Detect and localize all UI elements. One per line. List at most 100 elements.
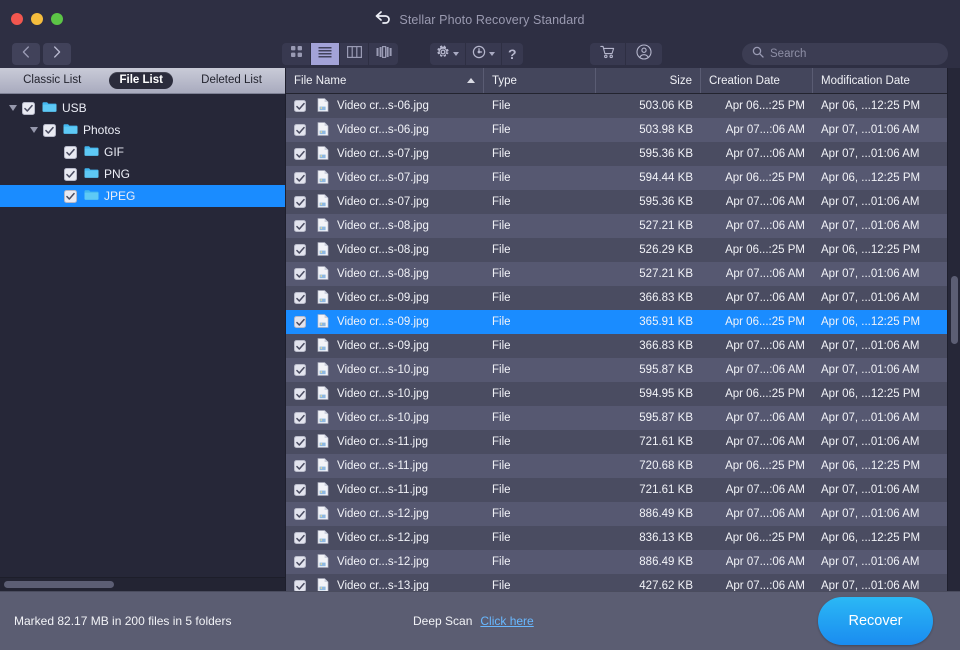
row-checkbox[interactable] — [294, 292, 306, 304]
table-row[interactable]: Video cr...s-11.jpgFile721.61 KBApr 07..… — [286, 478, 960, 502]
tree-item-gif[interactable]: GIF — [0, 141, 285, 163]
tree-item-usb[interactable]: USB — [0, 97, 285, 119]
nav-back-button[interactable] — [12, 43, 40, 65]
row-checkbox[interactable] — [294, 532, 306, 544]
tab-file-list[interactable]: File List — [109, 72, 172, 90]
row-checkbox[interactable] — [294, 220, 306, 232]
minimize-window-button[interactable] — [31, 13, 43, 25]
row-checkbox[interactable] — [294, 388, 306, 400]
view-mode-list-view[interactable] — [311, 43, 340, 65]
file-icon — [317, 170, 329, 187]
deep-scan-link[interactable]: Click here — [480, 614, 533, 628]
row-checkbox[interactable] — [294, 148, 306, 160]
nav-forward-button[interactable] — [43, 43, 71, 65]
table-row[interactable]: Video cr...s-08.jpgFile527.21 KBApr 07..… — [286, 262, 960, 286]
tree-item-checkbox[interactable] — [64, 146, 77, 159]
file-icon — [317, 458, 329, 475]
row-checkbox[interactable] — [294, 244, 306, 256]
table-row[interactable]: Video cr...s-12.jpgFile836.13 KBApr 06..… — [286, 526, 960, 550]
file-list-scrollbar-thumb[interactable] — [951, 276, 958, 344]
tree-disclosure-triangle[interactable] — [4, 105, 22, 111]
tree-item-checkbox[interactable] — [22, 102, 35, 115]
table-cell-mdate: Apr 07, ...01:06 AM — [813, 508, 960, 520]
column-header-file-name[interactable]: File Name — [286, 68, 484, 93]
column-header-modification-date[interactable]: Modification Date — [813, 68, 960, 93]
row-checkbox[interactable] — [294, 268, 306, 280]
table-row[interactable]: Video cr...s-13.jpgFile427.62 KBApr 07..… — [286, 574, 960, 591]
column-header-creation-date[interactable]: Creation Date — [701, 68, 813, 93]
row-checkbox[interactable] — [294, 508, 306, 520]
table-header-row: File Name Type Size Creation Date Modifi… — [286, 68, 960, 94]
folder-icon — [42, 101, 57, 116]
tree-item-photos[interactable]: Photos — [0, 119, 285, 141]
table-row[interactable]: Video cr...s-10.jpgFile595.87 KBApr 07..… — [286, 406, 960, 430]
tree-disclosure-triangle[interactable] — [25, 127, 43, 133]
close-window-button[interactable] — [11, 13, 23, 25]
row-checkbox[interactable] — [294, 196, 306, 208]
table-row[interactable]: Video cr...s-07.jpgFile594.44 KBApr 06..… — [286, 166, 960, 190]
view-mode-gallery-view[interactable] — [369, 43, 398, 65]
file-icon — [317, 242, 329, 259]
table-cell-mdate: Apr 07, ...01:06 AM — [813, 268, 960, 280]
table-cell-size: 427.62 KB — [596, 580, 701, 591]
view-mode-column-view[interactable] — [340, 43, 369, 65]
row-checkbox[interactable] — [294, 124, 306, 136]
search-field[interactable]: Search — [742, 43, 948, 65]
tree-item-checkbox[interactable] — [64, 190, 77, 203]
table-row[interactable]: Video cr...s-09.jpgFile366.83 KBApr 07..… — [286, 286, 960, 310]
tab-classic-list[interactable]: Classic List — [13, 72, 91, 90]
row-checkbox[interactable] — [294, 556, 306, 568]
row-checkbox[interactable] — [294, 484, 306, 496]
shopping-cart-button[interactable] — [590, 43, 626, 65]
table-row[interactable]: Video cr...s-10.jpgFile595.87 KBApr 07..… — [286, 358, 960, 382]
history-button[interactable] — [466, 43, 502, 65]
back-arrow-icon[interactable] — [375, 11, 391, 29]
table-row[interactable]: Video cr...s-06.jpgFile503.98 KBApr 07..… — [286, 118, 960, 142]
toolbar: ? — [0, 40, 960, 68]
table-row[interactable]: Video cr...s-08.jpgFile526.29 KBApr 06..… — [286, 238, 960, 262]
settings-button[interactable] — [430, 43, 466, 65]
table-row[interactable]: Video cr...s-07.jpgFile595.36 KBApr 07..… — [286, 142, 960, 166]
table-row[interactable]: Video cr...s-10.jpgFile594.95 KBApr 06..… — [286, 382, 960, 406]
row-checkbox[interactable] — [294, 436, 306, 448]
table-row[interactable]: Video cr...s-09.jpgFile365.91 KBApr 06..… — [286, 310, 960, 334]
file-icon — [317, 554, 329, 571]
view-mode-icon-view[interactable] — [282, 43, 311, 65]
file-icon — [317, 362, 329, 379]
table-row[interactable]: Video cr...s-12.jpgFile886.49 KBApr 07..… — [286, 502, 960, 526]
maximize-window-button[interactable] — [51, 13, 63, 25]
row-checkbox[interactable] — [294, 364, 306, 376]
row-checkbox[interactable] — [294, 100, 306, 112]
table-cell-size: 503.06 KB — [596, 100, 701, 112]
tree-item-jpeg[interactable]: JPEG — [0, 185, 285, 207]
row-checkbox[interactable] — [294, 412, 306, 424]
help-button[interactable]: ? — [502, 43, 523, 65]
sidebar-scrollbar-thumb[interactable] — [4, 581, 114, 588]
table-row[interactable]: Video cr...s-08.jpgFile527.21 KBApr 07..… — [286, 214, 960, 238]
tree-item-png[interactable]: PNG — [0, 163, 285, 185]
table-row[interactable]: Video cr...s-06.jpgFile503.06 KBApr 06..… — [286, 94, 960, 118]
recover-button[interactable]: Recover — [818, 597, 933, 645]
row-checkbox[interactable] — [294, 316, 306, 328]
tree-item-checkbox[interactable] — [64, 168, 77, 181]
sidebar-horizontal-scrollbar[interactable] — [0, 577, 285, 591]
table-row[interactable]: Video cr...s-07.jpgFile595.36 KBApr 07..… — [286, 190, 960, 214]
table-cell-mdate: Apr 07, ...01:06 AM — [813, 292, 960, 304]
table-cell-type: File — [484, 484, 596, 496]
table-row[interactable]: Video cr...s-12.jpgFile886.49 KBApr 07..… — [286, 550, 960, 574]
account-button[interactable] — [626, 43, 662, 65]
table-row[interactable]: Video cr...s-11.jpgFile720.68 KBApr 06..… — [286, 454, 960, 478]
table-cell-type: File — [484, 244, 596, 256]
tab-deleted-list[interactable]: Deleted List — [191, 72, 272, 90]
file-list-vertical-scrollbar[interactable] — [947, 68, 960, 591]
table-row[interactable]: Video cr...s-11.jpgFile721.61 KBApr 07..… — [286, 430, 960, 454]
row-checkbox[interactable] — [294, 172, 306, 184]
tree-item-checkbox[interactable] — [43, 124, 56, 137]
row-checkbox[interactable] — [294, 580, 306, 591]
table-row[interactable]: Video cr...s-09.jpgFile366.83 KBApr 07..… — [286, 334, 960, 358]
row-checkbox[interactable] — [294, 460, 306, 472]
column-header-size[interactable]: Size — [596, 68, 701, 93]
column-header-type[interactable]: Type — [484, 68, 596, 93]
row-checkbox[interactable] — [294, 340, 306, 352]
search-input[interactable]: Search — [770, 48, 806, 60]
